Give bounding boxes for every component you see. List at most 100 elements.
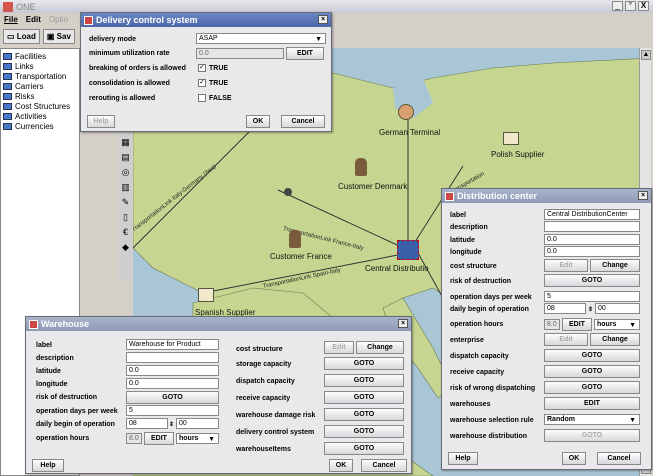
dc-distribution-goto-button[interactable]: GOTO: [544, 429, 640, 442]
menu-file[interactable]: File: [4, 15, 18, 24]
tool-calendar-icon[interactable]: ▤: [121, 152, 131, 163]
warehouse-dialog-titlebar[interactable]: Warehouse ×: [26, 317, 411, 331]
wh-latitude-field[interactable]: 0.0: [126, 365, 219, 376]
dc-dispatch-goto-button[interactable]: GOTO: [544, 349, 640, 362]
rerouting-checkbox[interactable]: [198, 94, 206, 102]
map-label-customer-denmark: Customer Denmark: [338, 182, 408, 191]
spinner-icon[interactable]: ⇕: [588, 303, 593, 315]
warehouse-dialog-title: Warehouse: [41, 319, 90, 329]
german-terminal-icon[interactable]: [398, 104, 414, 120]
wh-begin-minute-field[interactable]: 00: [176, 418, 219, 429]
dc-wrong-goto-button[interactable]: GOTO: [544, 381, 640, 394]
tree-item-activities[interactable]: Activities: [3, 111, 77, 121]
consolidation-checkbox[interactable]: ✓: [198, 79, 206, 87]
minimize-button[interactable]: _: [612, 1, 623, 11]
wh-storage-goto-button[interactable]: GOTO: [324, 357, 404, 370]
tool-warehouse-icon[interactable]: ▦: [121, 137, 131, 148]
wh-ophours-edit-button[interactable]: EDIT: [144, 432, 174, 445]
delivery-mode-select[interactable]: ASAP ▼: [196, 33, 326, 44]
tree-item-label: Cost Structures: [15, 101, 71, 111]
wh-begin-hour-field[interactable]: 08: [126, 418, 168, 429]
dc-latitude-field[interactable]: 0.0: [544, 234, 640, 245]
breaking-checkbox[interactable]: ✓: [198, 64, 206, 72]
dc-risk-goto-button[interactable]: GOTO: [544, 274, 640, 287]
dc-longitude-field[interactable]: 0.0: [544, 246, 640, 257]
spanish-supplier-icon[interactable]: [198, 288, 214, 302]
close-button[interactable]: X: [638, 1, 649, 11]
tree-item-transportation[interactable]: Transportation: [3, 71, 77, 81]
ok-button[interactable]: OK: [329, 459, 353, 472]
tree-item-links[interactable]: Links: [3, 61, 77, 71]
wh-longitude-field[interactable]: 0.0: [126, 378, 219, 389]
dc-enterprise-edit-button[interactable]: Edit: [544, 333, 588, 346]
polish-supplier-icon[interactable]: [503, 132, 519, 145]
close-icon[interactable]: ×: [398, 319, 408, 328]
dc-label-field[interactable]: Central DistributionCenter: [544, 209, 640, 220]
dc-ophours-edit-button[interactable]: EDIT: [562, 318, 592, 331]
tree-item-facilities[interactable]: Facilities: [3, 51, 77, 61]
tool-risk-icon[interactable]: ◆: [121, 242, 131, 253]
wh-damage-goto-button[interactable]: GOTO: [324, 408, 404, 421]
dc-selection-select[interactable]: Random ▼: [544, 414, 640, 425]
dc-dialog-titlebar[interactable]: Distribution center ×: [442, 189, 651, 203]
wh-hours-unit-select[interactable]: hours ▼: [176, 433, 219, 444]
tree-item-label: Carriers: [15, 81, 44, 91]
tree-item-label: Currencies: [15, 121, 54, 131]
dc-opdays-field[interactable]: 5: [544, 291, 640, 302]
help-button[interactable]: Help: [32, 459, 64, 472]
close-icon[interactable]: ×: [318, 15, 328, 24]
wh-items-goto-button[interactable]: GOTO: [324, 442, 404, 455]
min-util-edit-button[interactable]: EDIT: [286, 47, 324, 60]
wh-cost-edit-button[interactable]: Edit: [324, 341, 354, 354]
tree-item-risks[interactable]: Risks: [3, 91, 77, 101]
cancel-button[interactable]: Cancel: [361, 459, 407, 472]
dc-enterprise-change-button[interactable]: Change: [590, 333, 640, 346]
tool-database-icon[interactable]: ◎: [121, 167, 131, 178]
load-button[interactable]: ▭ Load: [3, 28, 40, 44]
delivery-mode-value: ASAP: [199, 35, 218, 42]
wh-dispatch-goto-button[interactable]: GOTO: [324, 374, 404, 387]
tree-item-label: Transportation: [15, 71, 67, 81]
dc-description-label: description: [450, 223, 488, 231]
wh-receive-goto-button[interactable]: GOTO: [324, 391, 404, 404]
cancel-button[interactable]: Cancel: [281, 115, 325, 128]
distribution-center-icon[interactable]: [397, 240, 419, 260]
close-icon[interactable]: ×: [638, 191, 648, 200]
spinner-icon[interactable]: ⇕: [169, 418, 174, 430]
help-button[interactable]: Help: [87, 115, 115, 128]
dc-cost-edit-button[interactable]: Edit: [544, 259, 588, 272]
tree-item-currencies[interactable]: Currencies: [3, 121, 77, 131]
customer-denmark-icon[interactable]: [355, 158, 367, 176]
dc-warehouses-edit-button[interactable]: EDIT: [544, 397, 640, 410]
ok-button[interactable]: OK: [562, 452, 586, 465]
save-button[interactable]: ▣ Sav: [42, 28, 75, 44]
wh-label-field[interactable]: Warehouse for Product: [126, 339, 219, 350]
wh-delivery-goto-button[interactable]: GOTO: [324, 425, 404, 438]
dc-cost-change-button[interactable]: Change: [590, 259, 640, 272]
tool-document-icon[interactable]: ▯: [121, 212, 131, 223]
tool-currency-icon[interactable]: €: [121, 227, 131, 238]
wh-cost-change-button[interactable]: Change: [356, 341, 404, 354]
wh-description-field[interactable]: [126, 352, 219, 363]
menu-edit[interactable]: Edit: [26, 15, 41, 24]
help-button[interactable]: Help: [448, 452, 478, 465]
min-util-field: 0.0: [196, 48, 284, 59]
cancel-button[interactable]: Cancel: [597, 452, 641, 465]
tree-item-cost-structures[interactable]: Cost Structures: [3, 101, 77, 111]
delivery-dialog-titlebar[interactable]: Delivery control system ×: [81, 13, 331, 27]
dc-receive-goto-button[interactable]: GOTO: [544, 365, 640, 378]
dc-description-field[interactable]: [544, 221, 640, 232]
customer-france-icon[interactable]: [289, 230, 301, 248]
ok-button[interactable]: OK: [246, 115, 270, 128]
dc-begin-minute-field[interactable]: 00: [595, 303, 640, 314]
scroll-up-icon[interactable]: ▲: [641, 50, 651, 60]
tool-chart-icon[interactable]: ▥: [121, 182, 131, 193]
tool-route-icon[interactable]: ✎: [121, 197, 131, 208]
dc-begin-hour-field[interactable]: 08: [544, 303, 586, 314]
tree-item-carriers[interactable]: Carriers: [3, 81, 77, 91]
dc-hours-unit-select[interactable]: hours ▼: [594, 319, 640, 330]
menu-options[interactable]: Optio: [49, 15, 68, 24]
wh-risk-goto-button[interactable]: GOTO: [126, 391, 219, 404]
maximize-button[interactable]: °: [625, 1, 636, 11]
wh-opdays-field[interactable]: 5: [126, 405, 219, 416]
